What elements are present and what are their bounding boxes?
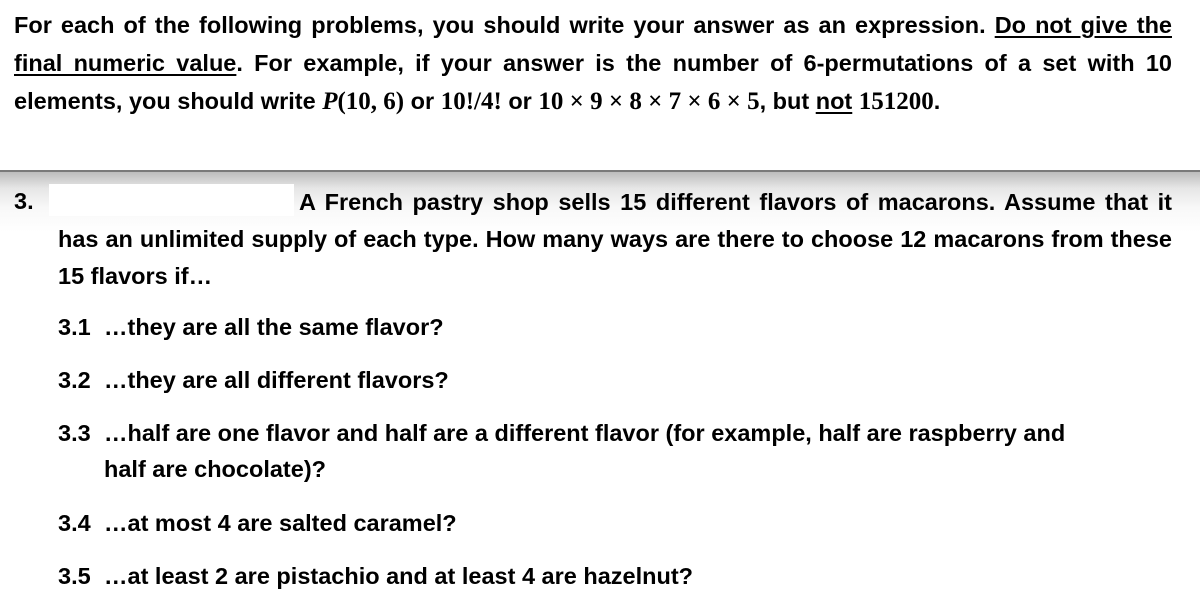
subquestion-text: …half are one flavor and half are a diff…	[104, 420, 1066, 446]
subquestion-label: 3.4	[58, 510, 91, 536]
subquestion-text: …they are all different flavors?	[104, 367, 449, 393]
math-function-p: P	[322, 88, 338, 115]
math-product-expression: 10 × 9 × 8 × 7 × 6 × 5	[538, 88, 760, 115]
subquestion-3-4: 3.4 …at most 4 are salted caramel?	[58, 505, 1172, 541]
instructions-text: or	[404, 88, 441, 114]
math-function-args: (10, 6)	[337, 88, 405, 115]
redaction-box	[49, 184, 294, 216]
subquestion-label: 3.5	[58, 563, 91, 589]
math-factorial-expression: 10!/4!	[440, 88, 502, 115]
subquestion-text: …they are all the same flavor?	[104, 314, 444, 340]
instructions-paragraph: For each of the following problems, you …	[14, 6, 1172, 121]
subquestion-text: …at most 4 are salted caramel?	[104, 510, 457, 536]
problem-section: 3. A French pastry shop sells 15 differe…	[0, 172, 1200, 602]
math-numeric-value: 151200	[858, 88, 934, 115]
problem-number: 3.	[14, 188, 34, 214]
subquestion-3-3: 3.3 …half are one flavor and half are a d…	[58, 415, 1172, 487]
subquestion-3-5: 3.5 …at least 2 are pistachio and at leas…	[58, 558, 1172, 594]
subquestion-label: 3.3	[58, 420, 91, 446]
subquestion-3-1: 3.1 …they are all the same flavor?	[58, 309, 1172, 345]
instructions-text: .	[933, 88, 941, 114]
subquestion-text: …at least 2 are pistachio and at least 4…	[104, 563, 694, 589]
instructions-text: or	[501, 88, 539, 114]
instructions-text: , but	[759, 88, 816, 114]
instructions-text: For each of the following problems, you …	[14, 12, 995, 38]
subquestion-continuation: half are chocolate)?	[104, 456, 326, 482]
subquestion-label: 3.2	[58, 367, 91, 393]
subquestion-label: 3.1	[58, 314, 91, 340]
not-emphasis: not	[815, 88, 853, 114]
subquestion-3-2: 3.2 …they are all different flavors?	[58, 362, 1172, 398]
